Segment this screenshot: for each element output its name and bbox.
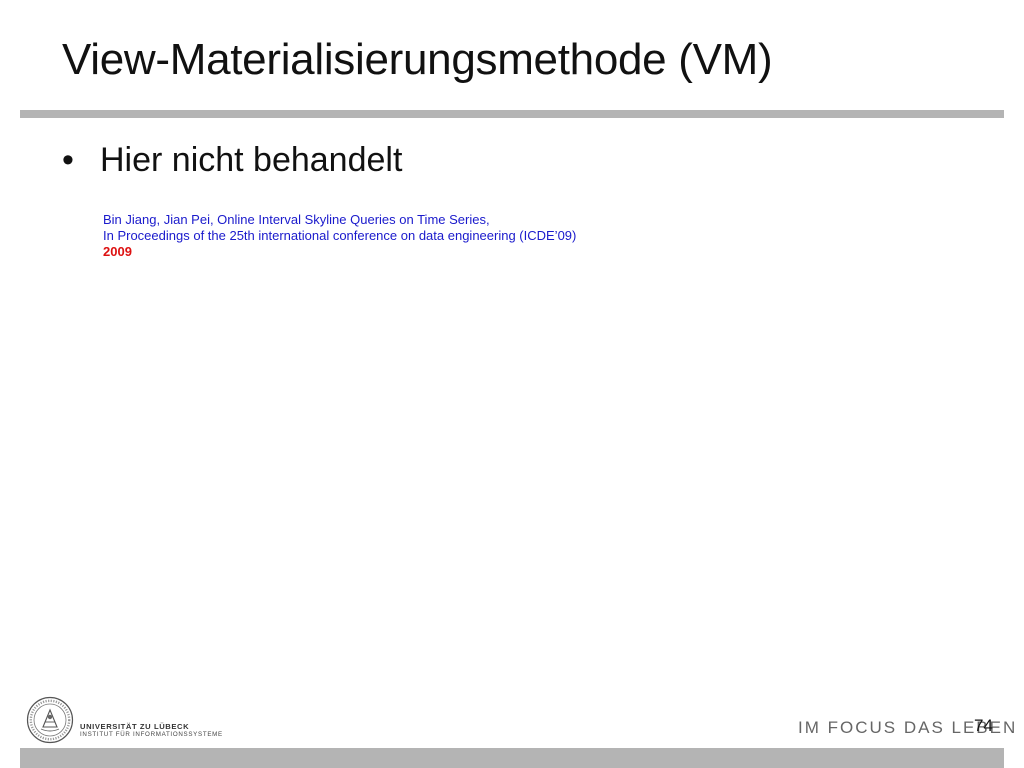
bullet-marker: • (62, 141, 74, 179)
bullet-text: Hier nicht behandelt (100, 141, 403, 179)
university-name: UNIVERSITÄT ZU LÜBECK (80, 722, 190, 731)
reference-year: 2009 (103, 244, 132, 259)
slide: View-Materialisierungsmethode (VM) • Hier… (0, 0, 1024, 768)
page-number: 74 (974, 716, 993, 735)
institute-name: INSTITUT FÜR INFORMATIONSSYSTEME (80, 731, 223, 738)
reference-authors-title: Bin Jiang, Jian Pei, Online Interval Sky… (103, 212, 490, 227)
bullet-item: • Hier nicht behandelt (62, 141, 402, 180)
slide-title: View-Materialisierungsmethode (VM) (62, 35, 773, 84)
university-wordmark: UNIVERSITÄT ZU LÜBECK INSTITUT FÜR INFOR… (80, 722, 223, 739)
reference-proceedings: In Proceedings of the 25th international… (103, 228, 577, 243)
footer-bar (20, 748, 1004, 768)
reference-citation: Bin Jiang, Jian Pei, Online Interval Sky… (103, 212, 576, 260)
university-seal-icon (26, 696, 74, 744)
title-divider (20, 110, 1004, 118)
